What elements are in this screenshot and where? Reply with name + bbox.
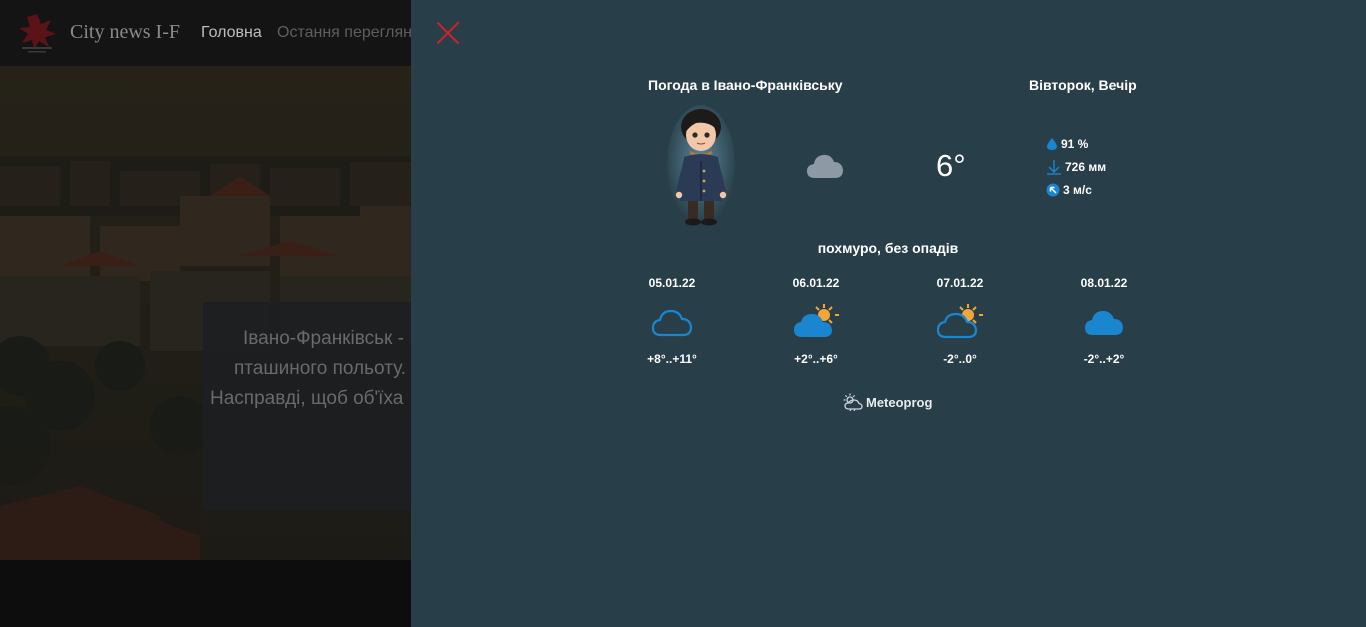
forecast-range: +8°..+11° — [647, 352, 697, 366]
hero-caption-line: Івано-Франківськ - — [243, 328, 404, 349]
meteoprog-link[interactable]: Meteoprog — [843, 393, 932, 411]
pressure-value: 726 мм — [1065, 159, 1107, 174]
forecast-day: 07.01.22 -2°..0° — [910, 276, 1010, 366]
weather-details: 91 % 726 мм 3 м/с — [1046, 132, 1106, 201]
humidity-value: 91 % — [1061, 136, 1089, 151]
forecast-day: 05.01.22 +8°..+11° — [622, 276, 722, 366]
pressure-row: 726 мм — [1046, 155, 1106, 178]
nav-recent-link[interactable]: Остання переглянт — [277, 24, 411, 42]
humidity-drop-icon — [1047, 137, 1057, 150]
forecast-range: -2°..+2° — [1083, 352, 1125, 366]
wind-value: 3 м/с — [1063, 182, 1092, 197]
wind-row: 3 м/с — [1046, 178, 1106, 201]
forecast-range: -2°..0° — [943, 352, 977, 366]
forecast-date: 07.01.22 — [936, 276, 984, 290]
humidity-row: 91 % — [1046, 132, 1106, 155]
forecast-range: +2°..+6° — [794, 352, 838, 366]
partly-cloudy-outline-icon — [936, 304, 983, 339]
hero-caption-text: Івано-Франківськ - пташиного польоту. А … — [210, 324, 411, 414]
weather-avatar-icon — [667, 105, 735, 226]
pressure-arrow-icon — [1047, 159, 1061, 175]
forecast-date: 05.01.22 — [648, 276, 696, 290]
hero-caption-line: Насправді, щоб об'їха — [210, 388, 404, 409]
weather-panel: Погода в Івано-Франківську Вівторок, Веч… — [411, 0, 1366, 627]
cloud-icon — [1085, 311, 1123, 335]
weather-period: Вівторок, Вечір — [1029, 77, 1137, 93]
partly-cloudy-icon — [794, 304, 839, 337]
wind-direction-icon — [1046, 183, 1060, 196]
current-cloud-icon — [807, 154, 843, 178]
hero-caption-line: пташиного польоту. А — [234, 358, 411, 379]
weather-description: похмуро, без опадів — [817, 240, 959, 256]
forecast-date: 08.01.22 — [1080, 276, 1128, 290]
meteoprog-label: Meteoprog — [866, 394, 933, 410]
site-header: City news I-F Головна Остання переглянт — [0, 0, 411, 66]
current-temperature: 6° — [936, 148, 966, 183]
forecast-day: 06.01.22 +2°..+6° — [766, 276, 866, 366]
forecast-day: 08.01.22 -2°..+2° — [1054, 276, 1154, 366]
background-site: City news I-F Головна Остання переглянт — [0, 0, 411, 627]
cloud-outline-icon — [651, 309, 693, 337]
site-brand[interactable]: City news I-F — [70, 21, 180, 44]
nav-home-link[interactable]: Головна — [201, 24, 262, 42]
page: City news I-F Головна Остання переглянт — [0, 0, 1366, 627]
forecast-date: 06.01.22 — [792, 276, 840, 290]
close-button[interactable] — [435, 20, 461, 46]
site-logo[interactable] — [14, 10, 60, 54]
meteoprog-logo-icon — [843, 393, 863, 411]
site-footer-strip — [0, 560, 411, 627]
weather-city-title: Погода в Івано-Франківську — [648, 77, 843, 93]
